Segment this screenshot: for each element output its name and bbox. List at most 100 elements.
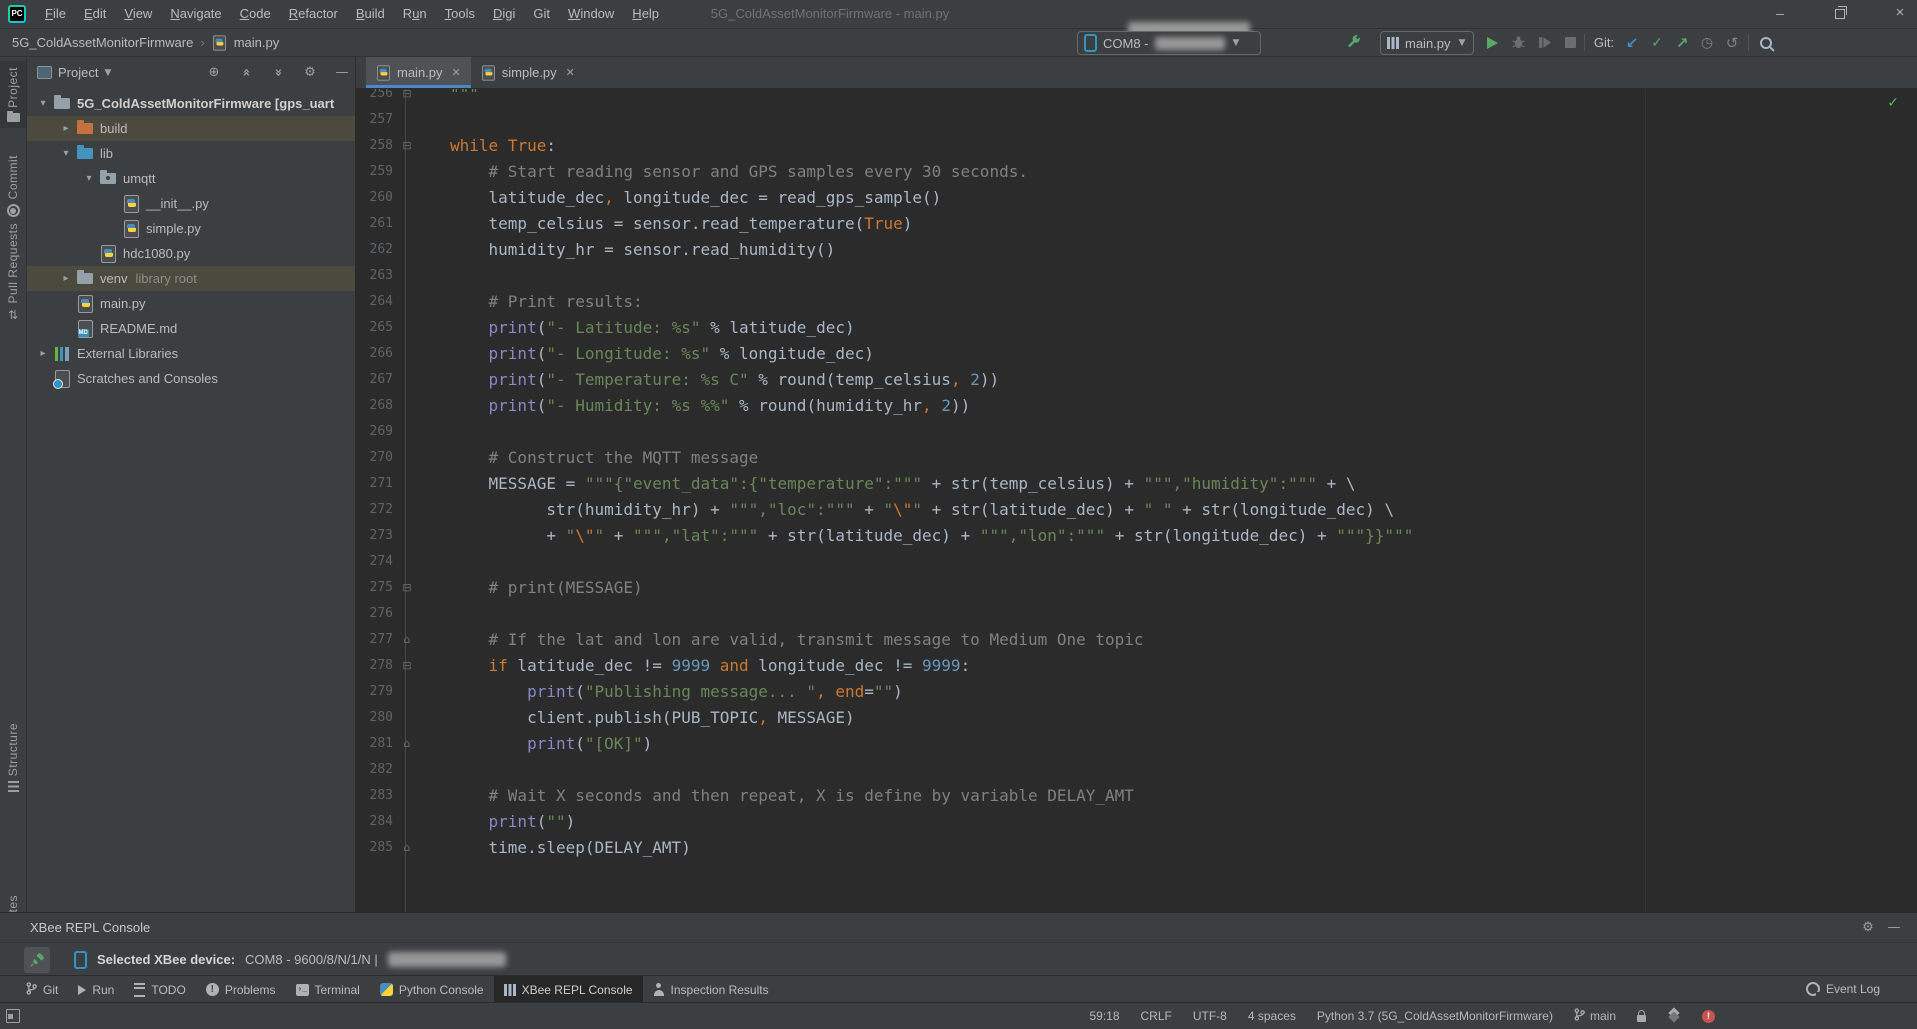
tool-window-tab-inspection-results[interactable]: Inspection Results	[643, 976, 779, 1003]
tool-window-switcher-icon[interactable]	[6, 1009, 20, 1023]
chevron-down-icon[interactable]: ▾	[79, 173, 99, 184]
code-line[interactable]: 277⌂ # If the lat and lon are valid, tra…	[356, 626, 1917, 652]
code-line[interactable]: 285⌂ time.sleep(DELAY_AMT)	[356, 834, 1917, 860]
code-line[interactable]: 256⊟"""	[356, 89, 1917, 106]
menu-item-navigate[interactable]: Navigate	[161, 0, 230, 28]
code-line[interactable]: 269	[356, 418, 1917, 444]
tree-item-lib[interactable]: ▾lib	[27, 141, 355, 166]
code-line[interactable]: 273 + "\"" + ""","lat":""" + str(latitud…	[356, 522, 1917, 548]
status-notifications[interactable]	[1702, 1010, 1715, 1023]
chevron-down-icon[interactable]: ▾	[33, 98, 53, 109]
tree-item-umqtt[interactable]: ▾umqtt	[27, 166, 355, 191]
fold-marker-icon[interactable]: ⊟	[399, 581, 415, 594]
status-readonly-toggle[interactable]	[1637, 1011, 1646, 1022]
code-line[interactable]: 268 print("- Humidity: %s %%" % round(hu…	[356, 392, 1917, 418]
code-line[interactable]: 270 # Construct the MQTT message	[356, 444, 1917, 470]
tree-item-build[interactable]: ▸build	[27, 116, 355, 141]
code-line[interactable]: 275⊟ # print(MESSAGE)	[356, 574, 1917, 600]
tool-window-tab-xbee-repl-console[interactable]: XBee REPL Console	[494, 976, 643, 1003]
fold-marker-icon[interactable]: ⌂	[399, 841, 415, 854]
tree-item-venv[interactable]: ▸venvlibrary root	[27, 266, 355, 291]
menu-item-run[interactable]: Run	[394, 0, 436, 28]
code-line[interactable]: 274	[356, 548, 1917, 574]
code-line[interactable]: 272 str(humidity_hr) + ""","loc":""" + "…	[356, 496, 1917, 522]
code-line[interactable]: 279 print("Publishing message... ", end=…	[356, 678, 1917, 704]
sidebar-item-commit[interactable]: Commit	[0, 149, 26, 223]
tool-window-tab-run[interactable]: Run	[68, 976, 124, 1003]
tree-item-init-py[interactable]: __init__.py	[27, 191, 355, 216]
locate-file-button[interactable]: ⊕	[201, 65, 227, 80]
sidebar-item-project[interactable]: Project	[0, 61, 26, 128]
local-history-button[interactable]: ◷	[1695, 29, 1719, 56]
git-push-button[interactable]: ↗	[1670, 29, 1694, 56]
chevron-right-icon[interactable]: ▸	[56, 123, 76, 134]
debug-button[interactable]	[1506, 29, 1530, 56]
tool-window-tab-git[interactable]: Git	[16, 976, 68, 1003]
status-git-branch[interactable]: main	[1574, 1008, 1616, 1024]
code-line[interactable]: 267 print("- Temperature: %s C" % round(…	[356, 366, 1917, 392]
chevron-right-icon[interactable]: ▸	[56, 273, 76, 284]
code-line[interactable]: 281⌂ print("[OK]")	[356, 730, 1917, 756]
menu-item-file[interactable]: File	[36, 0, 75, 28]
status-line-separator[interactable]: CRLF	[1141, 1009, 1172, 1023]
build-wrench-button[interactable]	[1340, 29, 1366, 56]
menu-item-code[interactable]: Code	[231, 0, 280, 28]
tab-simple-py[interactable]: simple.py ✕	[471, 57, 585, 88]
status-indent-style[interactable]: 4 spaces	[1248, 1009, 1296, 1023]
tool-window-tab-terminal[interactable]: Terminal	[286, 976, 370, 1003]
tree-item-hdc1080-py[interactable]: hdc1080.py	[27, 241, 355, 266]
hide-panel-button[interactable]: —	[329, 65, 355, 80]
fold-marker-icon[interactable]: ⌂	[399, 633, 415, 646]
git-rollback-button[interactable]: ↺	[1720, 29, 1744, 56]
breadcrumb-file[interactable]: main.py	[234, 35, 280, 50]
code-line[interactable]: 278⊟ if latitude_dec != 9999 and longitu…	[356, 652, 1917, 678]
tree-item-main-py[interactable]: main.py	[27, 291, 355, 316]
code-line[interactable]: 283 # Wait X seconds and then repeat, X …	[356, 782, 1917, 808]
tab-main-py[interactable]: main.py ✕	[366, 57, 471, 88]
status-python-interpreter[interactable]: Python 3.7 (5G_ColdAssetMonitorFirmware)	[1317, 1009, 1553, 1023]
minimize-button[interactable]: –	[1765, 0, 1795, 26]
fold-marker-icon[interactable]: ⊟	[399, 659, 415, 672]
code-line[interactable]: 261 temp_celsius = sensor.read_temperatu…	[356, 210, 1917, 236]
tree-item-scratches-and-consoles[interactable]: Scratches and Consoles	[27, 366, 355, 391]
tool-window-tab-problems[interactable]: Problems	[196, 976, 286, 1003]
stop-button[interactable]	[1558, 29, 1582, 56]
close-icon[interactable]: ✕	[452, 66, 461, 79]
panel-settings-button[interactable]: ⚙	[297, 65, 323, 80]
code-line[interactable]: 266 print("- Longitude: %s" % longitude_…	[356, 340, 1917, 366]
menu-item-window[interactable]: Window	[559, 0, 623, 28]
code-line[interactable]: 271 MESSAGE = """{"event_data":{"tempera…	[356, 470, 1917, 496]
project-panel-title[interactable]: Project	[58, 65, 98, 80]
search-everywhere-button[interactable]	[1753, 29, 1779, 56]
status-file-encoding[interactable]: UTF-8	[1193, 1009, 1227, 1023]
fold-marker-icon[interactable]: ⊟	[399, 89, 415, 100]
close-button[interactable]: ×	[1885, 0, 1915, 26]
code-line[interactable]: 257	[356, 106, 1917, 132]
menu-item-build[interactable]: Build	[347, 0, 394, 28]
run-button[interactable]	[1480, 29, 1504, 56]
run-config-combo[interactable]: main.py ▼	[1380, 31, 1474, 55]
breadcrumb-project[interactable]: 5G_ColdAssetMonitorFirmware	[12, 35, 193, 50]
chevron-down-icon[interactable]: ▼	[104, 68, 111, 78]
menu-item-help[interactable]: Help	[623, 0, 668, 28]
tool-window-tab-todo[interactable]: TODO	[124, 976, 195, 1003]
tool-window-tab-python-console[interactable]: Python Console	[370, 976, 494, 1003]
tree-item-simple-py[interactable]: simple.py	[27, 216, 355, 241]
status-caret-position[interactable]: 59:18	[1089, 1009, 1119, 1023]
menu-item-view[interactable]: View	[115, 0, 161, 28]
fold-marker-icon[interactable]: ⊟	[399, 139, 415, 152]
code-line[interactable]: 260 latitude_dec, longitude_dec = read_g…	[356, 184, 1917, 210]
menu-item-digi[interactable]: Digi	[484, 0, 524, 28]
code-line[interactable]: 262 humidity_hr = sensor.read_humidity()	[356, 236, 1917, 262]
console-hide-button[interactable]: —	[1881, 920, 1907, 935]
menu-item-edit[interactable]: Edit	[75, 0, 115, 28]
code-line[interactable]: 282	[356, 756, 1917, 782]
code-editor[interactable]: 256⊟"""257258⊟while True:259 # Start rea…	[356, 89, 1917, 912]
run-coverage-button[interactable]	[1532, 29, 1556, 56]
chevron-down-icon[interactable]: ▾	[56, 148, 76, 159]
event-log-button[interactable]: Event Log	[1806, 975, 1880, 1002]
git-update-button[interactable]: ↙	[1620, 29, 1644, 56]
chevron-right-icon[interactable]: ▸	[33, 348, 53, 359]
tree-item-5g-coldassetmonitorfirmware-gps-uart[interactable]: ▾5G_ColdAssetMonitorFirmware [gps_uart	[27, 91, 355, 116]
code-line[interactable]: 276	[356, 600, 1917, 626]
